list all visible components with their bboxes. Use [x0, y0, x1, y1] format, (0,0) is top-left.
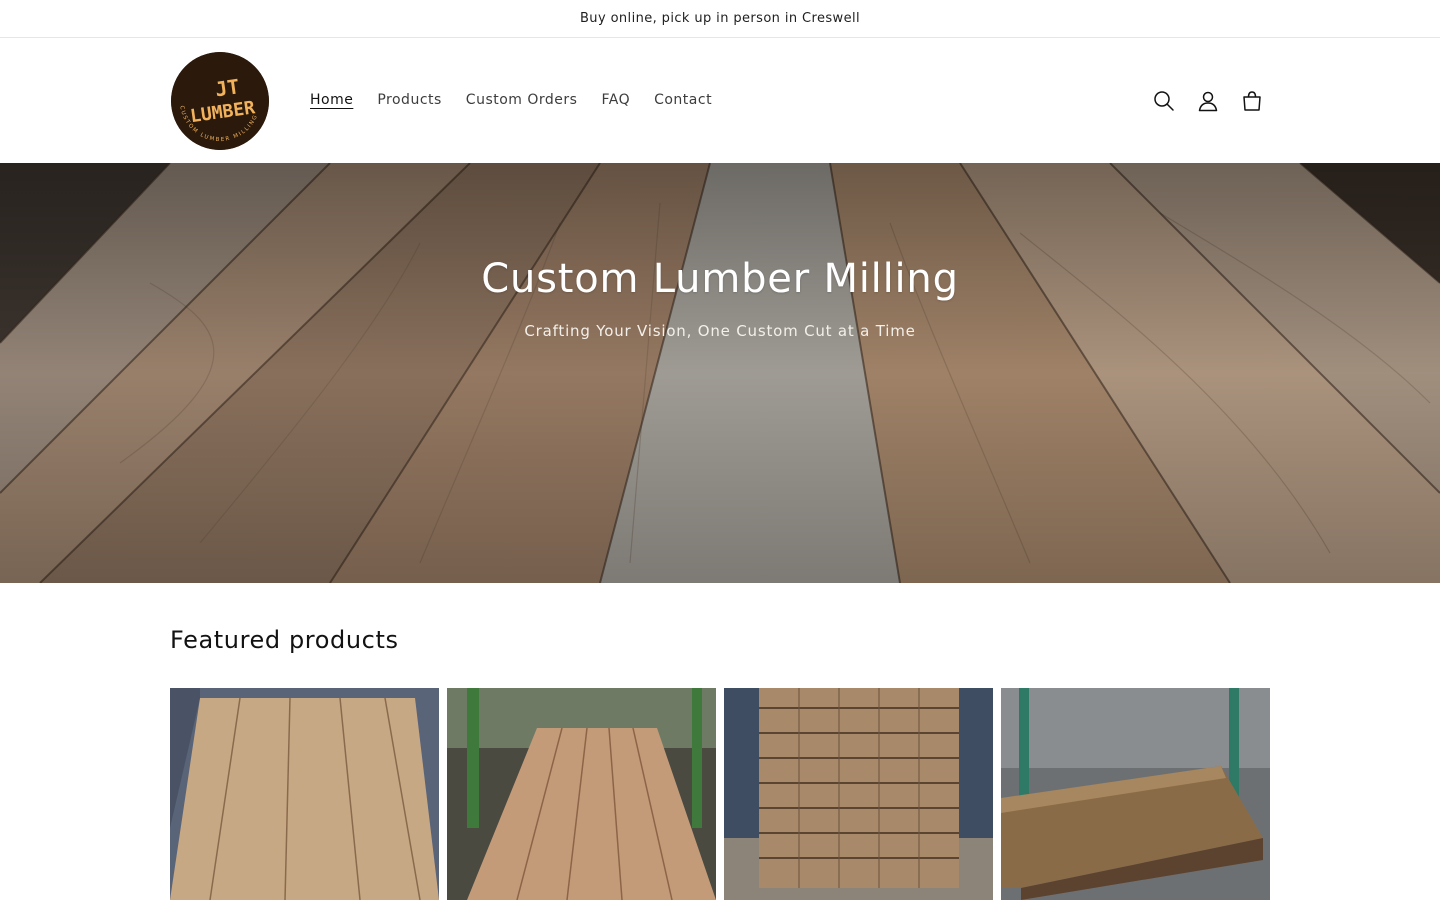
- site-header: CUSTOM LUMBER MILLING JT LUMBER Home Pro…: [0, 39, 1440, 163]
- logo-mark: CUSTOM LUMBER MILLING JT LUMBER: [171, 52, 269, 150]
- product-image-stacked-lumber: [724, 688, 993, 900]
- product-image-cedar-boards-sawhorses: [447, 688, 716, 900]
- site-logo[interactable]: CUSTOM LUMBER MILLING JT LUMBER: [171, 52, 269, 150]
- featured-products-title: Featured products: [170, 626, 399, 654]
- product-grid: [170, 688, 1270, 900]
- header-icons: [1142, 79, 1274, 123]
- account-button[interactable]: [1186, 79, 1230, 123]
- product-image-rough-board: [1001, 688, 1270, 900]
- hero-title: Custom Lumber Milling: [481, 256, 959, 302]
- cart-icon: [1243, 91, 1261, 111]
- nav-home[interactable]: Home: [298, 87, 365, 113]
- cart-button[interactable]: [1230, 79, 1274, 123]
- search-button[interactable]: [1142, 79, 1186, 123]
- hero-content: Custom Lumber Milling Crafting Your Visi…: [0, 163, 1440, 583]
- nav-contact[interactable]: Contact: [642, 87, 724, 113]
- product-card[interactable]: [447, 688, 716, 900]
- announcement-text: Buy online, pick up in person in Creswel…: [579, 11, 861, 26]
- search-icon: [1154, 91, 1174, 111]
- announcement-bar: Buy online, pick up in person in Creswel…: [0, 0, 1440, 38]
- nav-faq[interactable]: FAQ: [589, 87, 642, 113]
- nav-custom-orders[interactable]: Custom Orders: [454, 87, 590, 113]
- product-card[interactable]: [1001, 688, 1270, 900]
- hero-subtitle: Crafting Your Vision, One Custom Cut at …: [524, 322, 916, 340]
- logo-line1: JT: [214, 74, 241, 101]
- product-image-cedar-boards-floor: [170, 688, 439, 900]
- nav-products[interactable]: Products: [365, 87, 453, 113]
- product-card[interactable]: [724, 688, 993, 900]
- account-icon: [1198, 91, 1218, 112]
- main-nav: Home Products Custom Orders FAQ Contact: [298, 87, 724, 113]
- product-card[interactable]: [170, 688, 439, 900]
- hero-banner: Custom Lumber Milling Crafting Your Visi…: [0, 163, 1440, 583]
